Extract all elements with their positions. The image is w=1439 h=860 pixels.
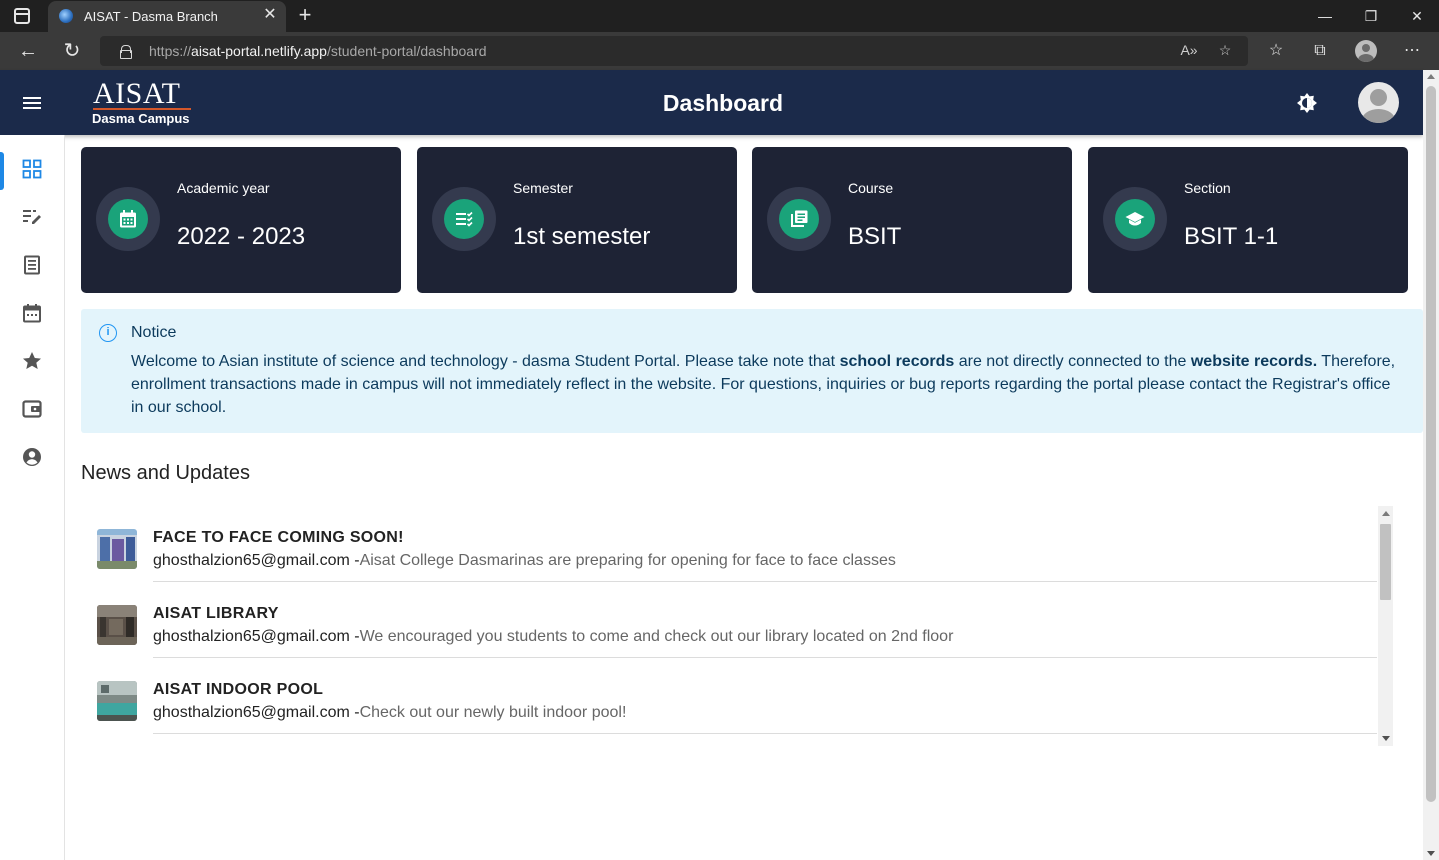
close-window-icon[interactable]: ✕: [1407, 6, 1427, 26]
minimize-icon[interactable]: —: [1315, 6, 1335, 26]
wallet-icon: [22, 400, 42, 418]
add-favorite-icon[interactable]: ☆: [1216, 42, 1234, 59]
news-subtitle: ghosthalzion65@gmail.com -Aisat College …: [153, 552, 896, 569]
grid-icon: [22, 159, 42, 179]
sidebar-item-schedule[interactable]: [0, 292, 64, 332]
tab-actions-icon[interactable]: [14, 8, 30, 24]
news-list: FACE TO FACE COMING SOON! ghosthalzion65…: [81, 506, 1393, 746]
url-text[interactable]: https://aisat-portal.netlify.app/student…: [149, 43, 487, 59]
library-books-icon: [791, 210, 808, 227]
tab-title: AISAT - Dasma Branch: [84, 9, 218, 24]
collections-icon[interactable]: ⧉: [1309, 40, 1331, 62]
card-label: Semester: [513, 180, 573, 196]
news-heading: News and Updates: [81, 462, 250, 484]
news-thumbnail: [97, 681, 137, 721]
favicon-icon: [59, 9, 73, 23]
card-value: BSIT 1-1: [1184, 223, 1279, 250]
restore-icon[interactable]: ❐: [1361, 6, 1381, 26]
scroll-up-icon[interactable]: [1427, 74, 1435, 79]
card-label: Course: [848, 180, 894, 196]
course-card: Course BSIT: [752, 147, 1072, 293]
app-header: AISAT Dasma Campus Dashboard: [0, 70, 1423, 135]
academic-year-card: Academic year 2022 - 2023: [81, 147, 401, 293]
news-scroll-thumb[interactable]: [1380, 524, 1391, 600]
news-item[interactable]: FACE TO FACE COMING SOON! ghosthalzion65…: [81, 506, 1377, 582]
news-title: FACE TO FACE COMING SOON!: [153, 529, 404, 546]
news-title: AISAT LIBRARY: [153, 605, 279, 622]
read-aloud-icon[interactable]: A»: [1180, 42, 1198, 58]
sidebar-item-records[interactable]: [0, 244, 64, 284]
new-tab-button[interactable]: +: [294, 3, 316, 27]
browser-toolbar: ← ↻ https://aisat-portal.netlify.app/stu…: [0, 32, 1439, 70]
edit-list-icon: [23, 210, 41, 224]
scroll-up-icon[interactable]: [1382, 511, 1390, 516]
news-subtitle: ghosthalzion65@gmail.com -We encouraged …: [153, 628, 954, 645]
sidebar-item-favorites[interactable]: [0, 340, 64, 380]
browser-tab[interactable]: AISAT - Dasma Branch ✕: [48, 1, 286, 32]
sidebar-item-dashboard[interactable]: [0, 148, 64, 190]
sidebar-item-profile[interactable]: [0, 436, 64, 476]
favorites-icon[interactable]: ☆: [1265, 40, 1287, 62]
document-icon: [24, 255, 40, 275]
address-bar[interactable]: https://aisat-portal.netlify.app/student…: [100, 36, 1248, 66]
close-tab-icon[interactable]: ✕: [262, 7, 278, 23]
browser-profile-avatar[interactable]: [1355, 40, 1377, 62]
more-options-icon[interactable]: ⋯: [1401, 40, 1423, 62]
card-label: Section: [1184, 180, 1231, 196]
news-thumbnail: [97, 529, 137, 569]
notice-alert: i Notice Welcome to Asian institute of s…: [81, 309, 1423, 433]
card-label: Academic year: [177, 180, 270, 196]
page-scrollbar[interactable]: [1423, 70, 1439, 860]
calendar-icon: [120, 210, 136, 228]
calendar-icon: [23, 304, 41, 323]
page-scroll-thumb[interactable]: [1426, 86, 1436, 802]
user-avatar[interactable]: [1358, 82, 1399, 123]
checklist-icon: [456, 211, 473, 227]
sidebar: [0, 135, 65, 860]
sidebar-item-wallet[interactable]: [0, 388, 64, 428]
back-icon[interactable]: ←: [17, 40, 39, 62]
theme-toggle-icon[interactable]: [1295, 91, 1319, 115]
star-icon: [23, 352, 41, 369]
page-title: Dashboard: [662, 90, 784, 116]
semester-card: Semester 1st semester: [417, 147, 737, 293]
refresh-icon[interactable]: ↻: [61, 40, 83, 62]
scroll-down-icon[interactable]: [1427, 851, 1435, 856]
card-value: 2022 - 2023: [177, 223, 306, 250]
news-thumbnail: [97, 605, 137, 645]
notice-body: Welcome to Asian institute of science an…: [131, 353, 1396, 416]
browser-tabbar: AISAT - Dasma Branch ✕ + — ❐ ✕: [0, 0, 1439, 32]
account-icon: [23, 448, 41, 466]
news-scrollbar[interactable]: [1378, 506, 1393, 746]
card-value: BSIT: [848, 223, 902, 250]
card-value: 1st semester: [513, 223, 651, 250]
sidebar-item-grades[interactable]: [0, 196, 64, 236]
news-item[interactable]: AISAT INDOOR POOL ghosthalzion65@gmail.c…: [81, 658, 1377, 734]
graduation-cap-icon: [1125, 212, 1145, 226]
scroll-down-icon[interactable]: [1382, 736, 1390, 741]
lock-icon[interactable]: [120, 45, 132, 59]
news-title: AISAT INDOOR POOL: [153, 681, 324, 698]
notice-title: Notice: [131, 324, 177, 341]
news-item[interactable]: AISAT LIBRARY ghosthalzion65@gmail.com -…: [81, 582, 1377, 658]
info-icon: i: [99, 324, 117, 342]
section-card: Section BSIT 1-1: [1088, 147, 1408, 293]
news-subtitle: ghosthalzion65@gmail.com -Check out our …: [153, 704, 627, 721]
